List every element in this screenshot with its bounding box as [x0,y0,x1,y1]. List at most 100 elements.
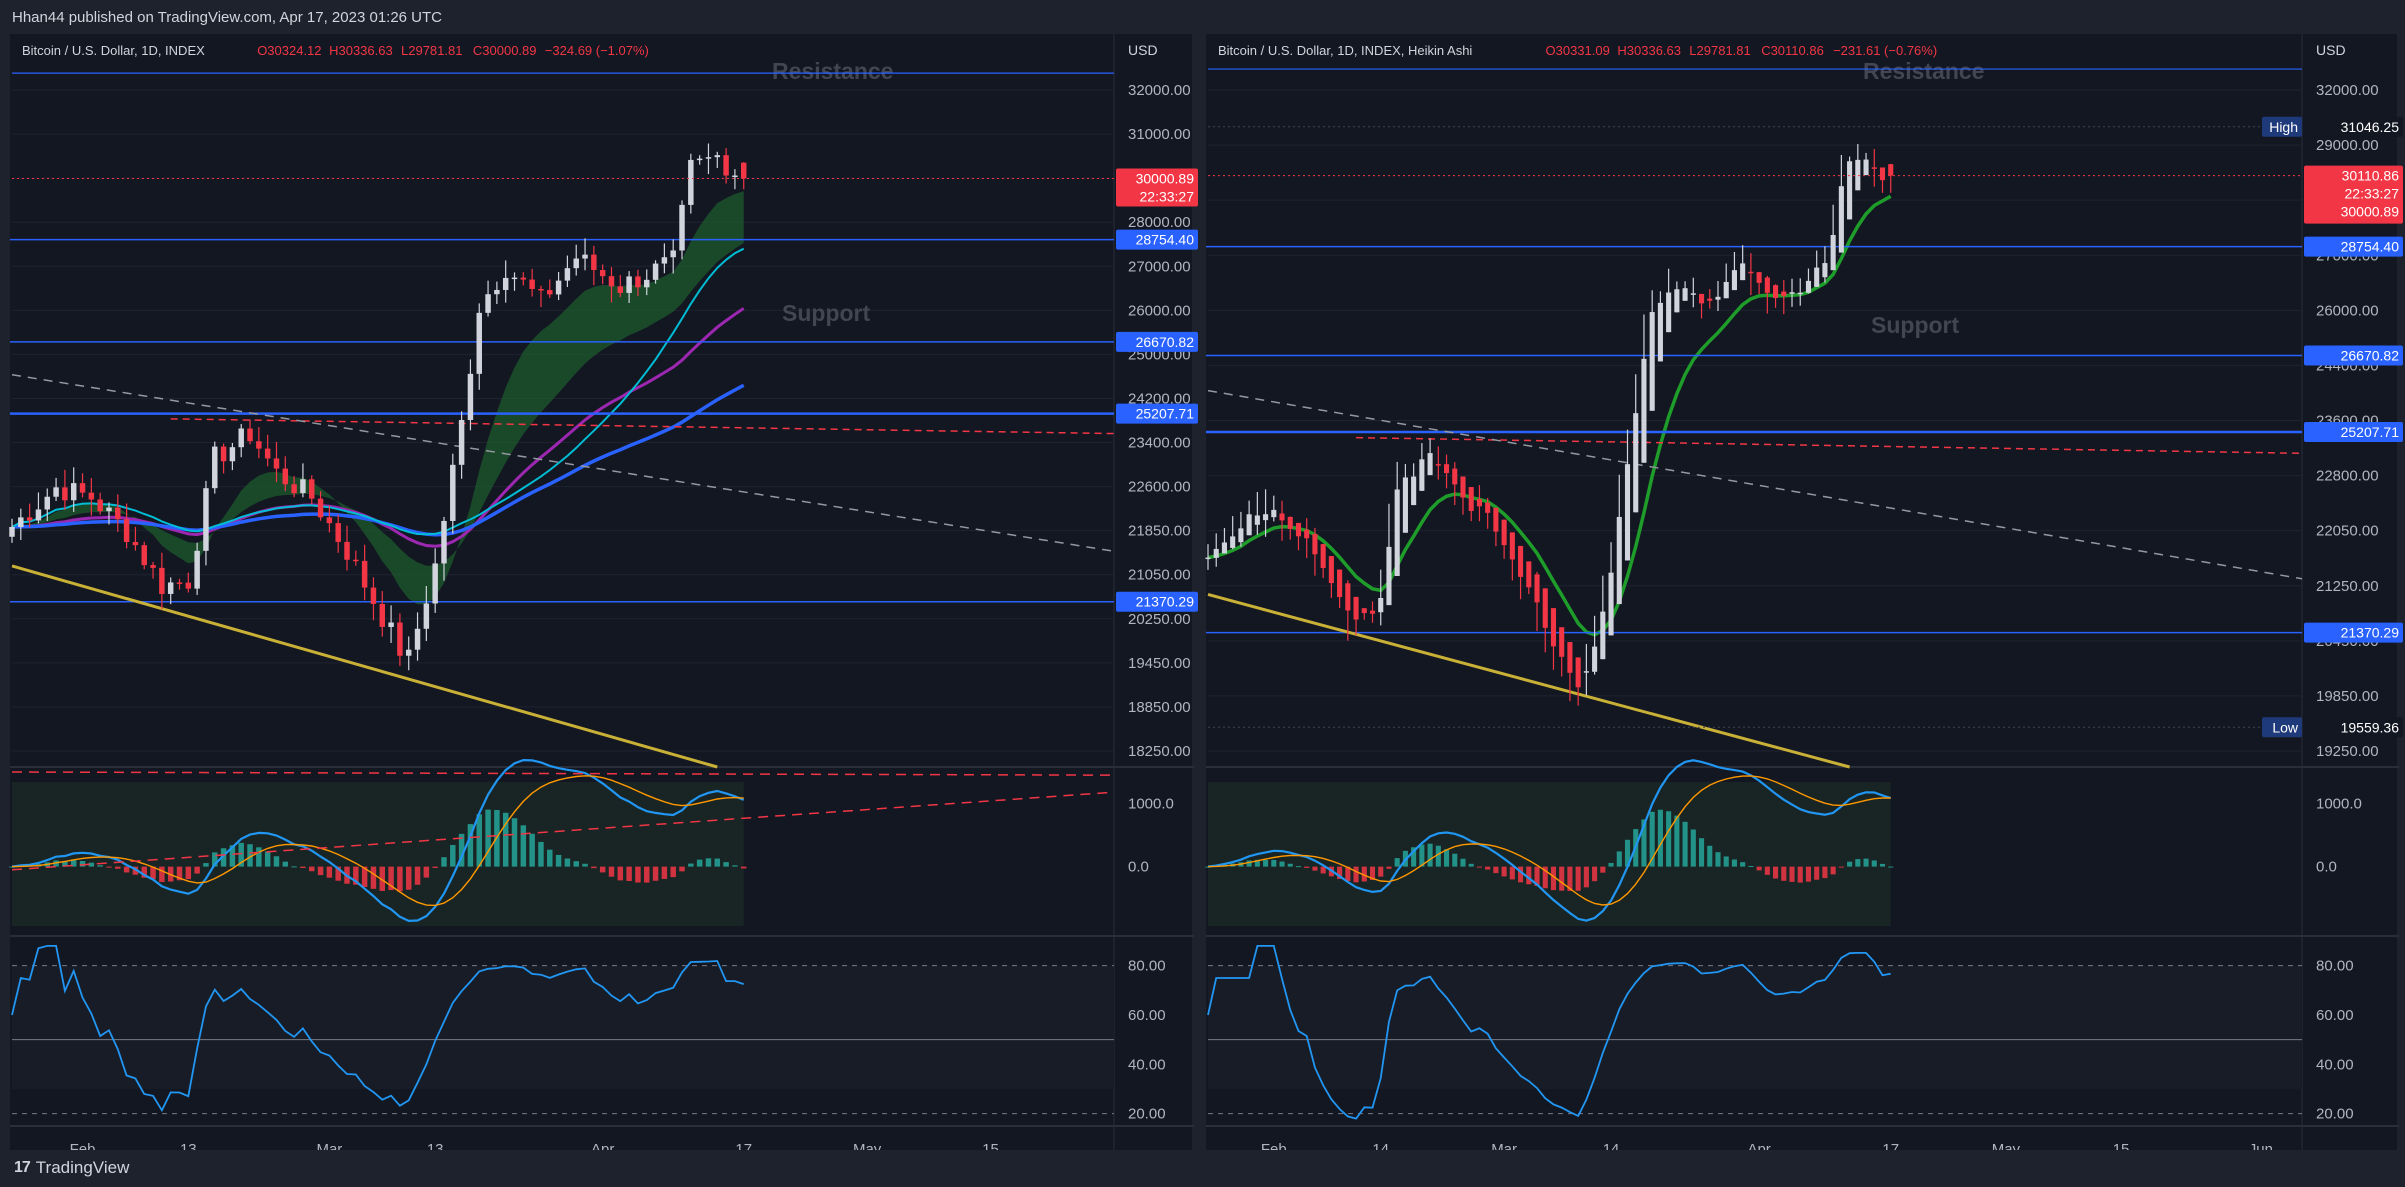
candle-body [1855,159,1861,191]
macd-histogram-bar [326,866,333,878]
macd-axis-tick: 1000.0 [2316,796,2362,813]
candle-body [458,420,465,465]
macd-histogram-bar [450,844,456,867]
candle-body [1666,292,1672,333]
legend-value: C30110.86 [1761,43,1824,58]
candle-body [1781,291,1787,296]
macd-histogram-bar [635,866,641,883]
candle-body [53,487,59,497]
bottom-bar: 17 TradingView [0,1150,2405,1187]
legend: Bitcoin / U.S. Dollar, 1D, INDEX O30324.1… [22,43,649,58]
candle-body [1690,293,1696,295]
macd-histogram-bar [1666,811,1672,867]
macd-histogram-bar [282,861,289,867]
macd-histogram-bar [1781,866,1787,881]
level-price-label-text: 21370.29 [1136,594,1195,610]
macd-histogram-bar [661,866,668,879]
macd-histogram-bar [1312,866,1318,871]
macd-histogram-bar [1707,845,1713,867]
candle-body [1295,522,1302,537]
macd-histogram-bar [309,866,315,872]
price-axis-tick: 28000.00 [1128,214,1191,231]
macd-histogram-bar [317,866,324,876]
macd-histogram-bar [115,866,121,869]
candle-body [696,158,703,161]
candle-body [450,464,456,521]
macd-histogram-bar [520,825,527,867]
candle-body [1518,545,1524,577]
macd-histogram-bar [423,866,430,878]
candle-body [1534,574,1540,603]
candle-body [1361,608,1367,614]
candle-body [1797,292,1803,295]
macd-histogram-bar [414,866,421,885]
price-axis-tick: 21850.00 [1128,523,1191,540]
macd-histogram-bar [1485,866,1491,870]
time-axis-tick: 14 [1372,1141,1389,1150]
rsi-band [12,965,1114,1089]
legend-value: C30000.89 [473,43,537,58]
macd-histogram-bar [688,863,694,867]
macd-histogram-bar [1468,863,1474,867]
candle-body [661,257,668,264]
macd-histogram-bar [1493,866,1499,874]
macd-histogram-bar [1657,809,1663,867]
macd-histogram-bar [1501,866,1507,877]
candle-body [1559,627,1565,657]
macd-histogram-bar [1583,866,1589,888]
last-price-label: 30110.86 22:33:27 30000.89 [2304,165,2403,224]
macd-histogram-bar [555,854,562,867]
price-axis-tick: 26000.00 [1128,302,1191,319]
macd-histogram-bar [679,866,685,872]
legend-value: Bitcoin / U.S. Dollar, 1D, INDEX [22,43,205,58]
tradingview-brand[interactable]: 17 TradingView [14,1158,129,1178]
low-tag: Low [2262,717,2302,738]
macd-histogram-bar [1764,866,1770,875]
price-axis-tick: 29000.00 [2316,137,2379,154]
macd-histogram-bar [582,863,588,867]
candle-body [88,492,95,500]
low-value-label-text: 19559.36 [2341,719,2400,735]
candle-body [141,545,147,566]
candle-body [1789,292,1795,294]
candle-body [282,468,289,485]
candle-body [1509,532,1515,560]
legend-value: Bitcoin / U.S. Dollar, 1D, INDEX, Heikin… [1218,43,1472,58]
candle-body [1328,556,1334,584]
macd-histogram-bar [1600,866,1606,873]
time-axis-tick: 17 [735,1141,752,1150]
candle-body [635,276,641,288]
level-price-label-text: 21370.29 [2341,625,2400,641]
candle-body [185,582,192,589]
candle-body [353,559,359,562]
macd-histogram-bar [1559,866,1565,891]
candle-body [1230,536,1236,548]
time-axis-tick: Apr [1747,1141,1770,1150]
macd-histogram-bar [1353,866,1359,883]
candle-body [1764,277,1770,293]
legend-value: −231.61 (−0.76%) [1833,43,1937,58]
macd-histogram-bar [106,866,112,868]
level-price-label-text: 26670.82 [1136,334,1195,350]
legend-value: L29781.81 [401,43,462,58]
candle-body [273,458,280,469]
candle-body [1863,159,1869,176]
candle-body [494,289,500,295]
candle-body [1435,464,1441,466]
candle-body [476,312,482,374]
bar-countdown: 22:33:27 [2345,186,2400,202]
macd-histogram-bar [1608,862,1614,867]
macd-histogram-bar [538,841,544,867]
level-price-label-text: 26670.82 [2341,348,2400,364]
price-axis-tick: 32000.00 [2316,82,2379,99]
candle-body [1345,583,1351,611]
chart-area[interactable]: 32000.0031000.0030000.0028000.0027000.00… [0,34,2405,1150]
price-axis-tick: 19250.00 [2316,743,2379,760]
candle-body [688,159,694,205]
candle-body [1353,596,1359,620]
macd-histogram-bar [300,866,306,869]
candle-body [388,622,394,627]
candle-body [97,499,103,512]
macd-histogram-bar [203,863,209,867]
low-tag-text: Low [2272,719,2299,735]
